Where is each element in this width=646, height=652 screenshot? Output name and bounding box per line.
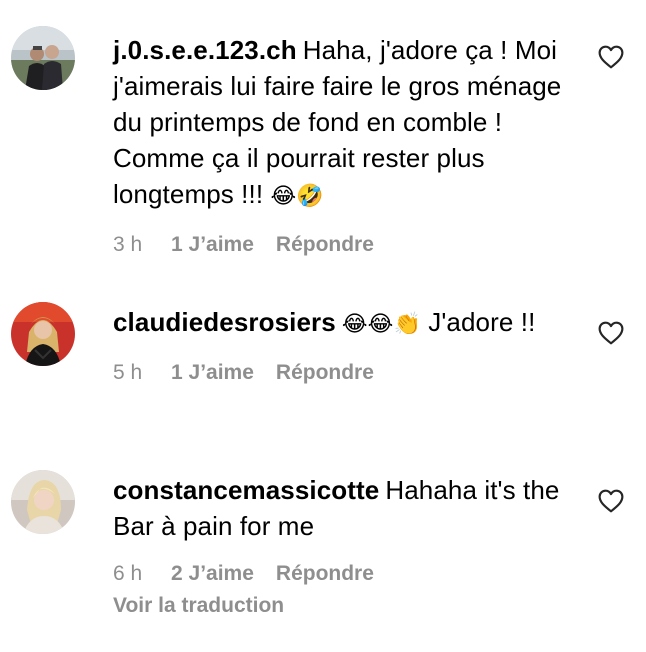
reply-button[interactable]: Répondre <box>276 560 374 588</box>
likes-count[interactable]: 1 J’aime <box>171 231 254 259</box>
avatar[interactable] <box>11 302 75 366</box>
comment-body: constancemassicotte Hahaha it's the Bar à… <box>113 472 583 620</box>
comment-text: J'adore !! <box>428 307 536 337</box>
comment-text-block: j.0.s.e.e.123.ch Haha, j'adore ça ! Moi j… <box>113 32 583 215</box>
timestamp[interactable]: 3 h <box>113 231 171 259</box>
comment-list: j.0.s.e.e.123.ch Haha, j'adore ça ! Moi j… <box>0 0 646 652</box>
reply-button[interactable]: Répondre <box>276 231 374 259</box>
avatar-two-people-icon <box>11 26 75 90</box>
emoji-laugh-clap-icon: 😂😂👏 <box>341 312 421 337</box>
comment-body: claudiedesrosiers 😂😂👏 J'adore !! 5 h 1 J’… <box>113 304 583 387</box>
likes-count[interactable]: 2 J’aime <box>171 560 254 588</box>
heart-like-icon[interactable] <box>598 45 624 69</box>
comment-body: j.0.s.e.e.123.ch Haha, j'adore ça ! Moi j… <box>113 32 583 259</box>
timestamp[interactable]: 6 h <box>113 560 171 588</box>
comment-text-block: claudiedesrosiers 😂😂👏 J'adore !! <box>113 304 583 343</box>
avatar-blonde-woman-icon <box>11 470 75 534</box>
avatar-woman-red-background-icon <box>11 302 75 366</box>
heart-like-icon[interactable] <box>598 489 624 513</box>
emoji-laugh-icon: 😂🤣 <box>270 184 324 209</box>
comment-meta: 5 h 1 J’aime Répondre <box>113 359 583 387</box>
username[interactable]: j.0.s.e.e.123.ch <box>113 35 297 65</box>
username[interactable]: constancemassicotte <box>113 475 379 505</box>
heart-like-icon[interactable] <box>598 321 624 345</box>
comment-text-block: constancemassicotte Hahaha it's the Bar à… <box>113 472 583 544</box>
timestamp[interactable]: 5 h <box>113 359 171 387</box>
avatar[interactable] <box>11 470 75 534</box>
comment-meta: 3 h 1 J’aime Répondre <box>113 231 583 259</box>
avatar[interactable] <box>11 26 75 90</box>
username[interactable]: claudiedesrosiers <box>113 307 336 337</box>
reply-button[interactable]: Répondre <box>276 359 374 387</box>
comment-meta: 6 h 2 J’aime Répondre <box>113 560 583 588</box>
likes-count[interactable]: 1 J’aime <box>171 359 254 387</box>
see-translation-link[interactable]: Voir la traduction <box>113 592 583 620</box>
